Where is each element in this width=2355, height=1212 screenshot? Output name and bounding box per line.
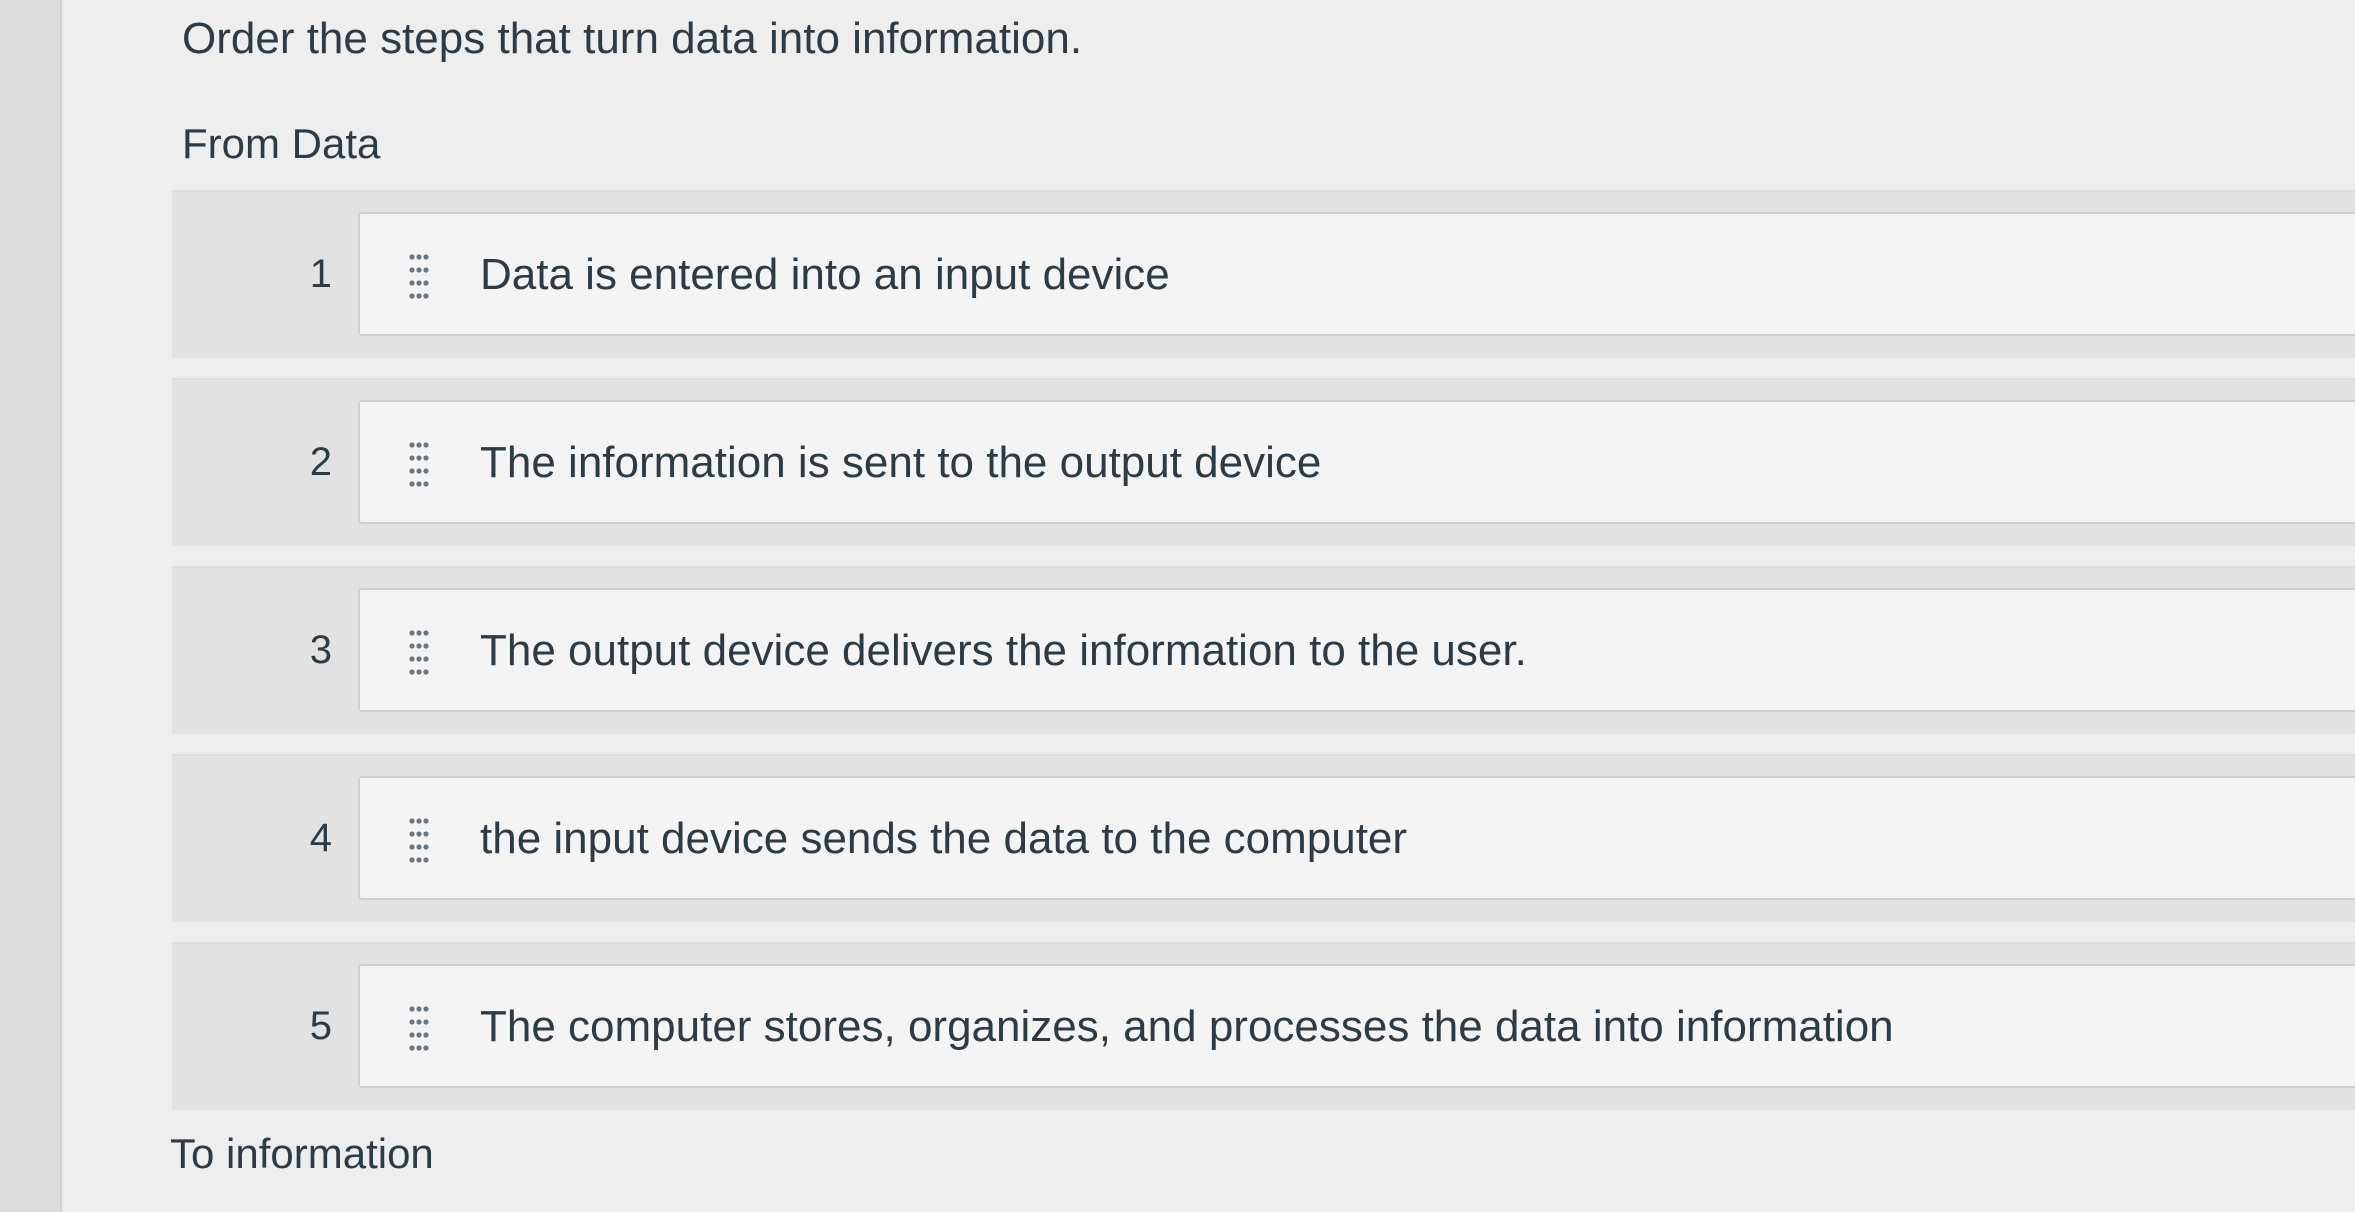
draggable-step-card[interactable]: The information is sent to the output de… <box>358 400 2355 524</box>
draggable-step-card[interactable]: The computer stores, organizes, and proc… <box>358 964 2355 1088</box>
step-row: 5 The computer stores, organizes, and pr… <box>172 942 2355 1110</box>
step-row: 4 the input device sends the data to the… <box>172 754 2355 922</box>
draggable-step-card[interactable]: the input device sends the data to the c… <box>358 776 2355 900</box>
step-number: 3 <box>309 628 332 672</box>
step-text: The computer stores, organizes, and proc… <box>480 1002 1894 1051</box>
step-row: 1 Data is entered into an input device <box>172 190 2355 358</box>
step-text: The output device delivers the informati… <box>480 626 1527 675</box>
drag-handle-icon[interactable] <box>408 1004 430 1054</box>
step-number: 2 <box>309 440 332 484</box>
to-label: To information <box>170 1130 434 1177</box>
left-rail <box>0 0 62 1212</box>
step-number: 5 <box>309 1004 332 1048</box>
drag-handle-icon[interactable] <box>408 252 430 302</box>
from-label: From Data <box>182 120 381 167</box>
question-prompt: Order the steps that turn data into info… <box>182 14 1083 63</box>
step-text: The information is sent to the output de… <box>480 438 1322 487</box>
step-text: the input device sends the data to the c… <box>480 814 1408 863</box>
drag-handle-icon[interactable] <box>408 440 430 490</box>
drag-handle-icon[interactable] <box>408 628 430 678</box>
question-page: Order the steps that turn data into info… <box>62 0 2355 1212</box>
step-row: 3 The output device delivers the informa… <box>172 566 2355 734</box>
draggable-step-card[interactable]: The output device delivers the informati… <box>358 588 2355 712</box>
step-row: 2 The information is sent to the output … <box>172 378 2355 546</box>
step-text: Data is entered into an input device <box>480 250 1170 299</box>
step-number: 4 <box>309 816 332 860</box>
drag-handle-icon[interactable] <box>408 816 430 866</box>
ordering-list: 1 Data is entered into an input device 2… <box>172 190 2355 1130</box>
draggable-step-card[interactable]: Data is entered into an input device <box>358 212 2355 336</box>
step-number: 1 <box>309 252 332 296</box>
